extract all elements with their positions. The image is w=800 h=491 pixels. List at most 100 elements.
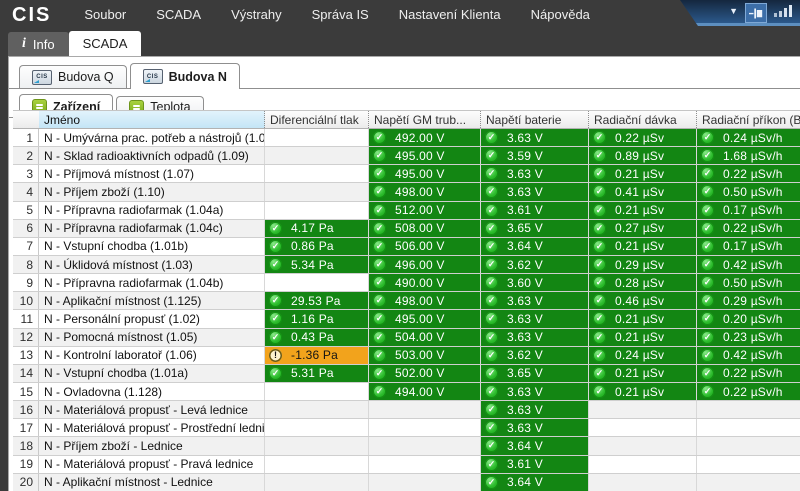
- cell-value: 0.23 µSv/h: [723, 330, 783, 344]
- cell-davka: ✓0.89 µSv: [589, 147, 697, 164]
- table-row[interactable]: 4N - Příjem zboží (1.10)✓498.00 V✓3.63 V…: [13, 183, 800, 201]
- cell-name: N - Sklad radioaktivních odpadů (1.09): [39, 147, 265, 164]
- cell-value: 3.64 V: [507, 239, 543, 253]
- table-row[interactable]: 12N - Pomocná místnost (1.05)✓0.43 Pa✓50…: [13, 329, 800, 347]
- status-chip-ok: ✓3.62 V: [481, 256, 588, 273]
- status-chip-ok: ✓3.63 V: [481, 310, 588, 327]
- header-napeti-gm[interactable]: Napětí GM trub...: [369, 111, 481, 128]
- table-row[interactable]: 18N - Příjem zboží - Lednice✓3.64 V: [13, 437, 800, 455]
- status-chip-ok: ✓0.28 µSv: [589, 274, 696, 291]
- menu-nastaveni-klienta[interactable]: Nastavení Klienta: [384, 0, 516, 30]
- row-number: 12: [13, 329, 39, 346]
- cell-name: N - Přípravna radiofarmak (1.04c): [39, 220, 265, 237]
- header-jmeno[interactable]: Jméno: [39, 111, 265, 128]
- status-chip-ok: ✓0.21 µSv: [589, 383, 696, 400]
- status-chip-ok: ✓3.64 V: [481, 474, 588, 491]
- cell-value: 0.28 µSv: [615, 276, 664, 290]
- cell-tlak: [265, 474, 369, 491]
- cell-bat: ✓3.63 V: [481, 183, 589, 200]
- cell-name: N - Příjem zboží (1.10): [39, 183, 265, 200]
- header-diferencialni-tlak[interactable]: Diferenciální tlak: [265, 111, 369, 128]
- check-icon: ✓: [269, 240, 282, 253]
- status-chip-ok: ✓512.00 V: [369, 202, 480, 219]
- row-number: 15: [13, 383, 39, 400]
- status-chip-ok: ✓3.63 V: [481, 129, 588, 146]
- check-icon: ✓: [485, 458, 498, 471]
- header-napeti-baterie[interactable]: Napětí baterie: [481, 111, 589, 128]
- row-number: 19: [13, 456, 39, 473]
- header-rownum: [13, 111, 39, 128]
- table-row[interactable]: 19N - Materiálová propusť - Pravá lednic…: [13, 456, 800, 474]
- cell-value: 0.50 µSv/h: [723, 185, 783, 199]
- check-icon: ✓: [269, 294, 282, 307]
- cell-gm: [369, 437, 481, 454]
- tab-info-label: Info: [33, 37, 55, 52]
- cell-name: N - Příjmová místnost (1.07): [39, 165, 265, 182]
- table-row[interactable]: 7N - Vstupní chodba (1.01b)✓0.86 Pa✓506.…: [13, 238, 800, 256]
- table-row[interactable]: 3N - Příjmová místnost (1.07)✓495.00 V✓3…: [13, 165, 800, 183]
- menu-napoveda[interactable]: Nápověda: [516, 0, 605, 30]
- cell-bat: ✓3.62 V: [481, 256, 589, 273]
- check-icon: ✓: [485, 204, 498, 217]
- table-row[interactable]: 14N - Vstupní chodba (1.01a)✓5.31 Pa✓502…: [13, 365, 800, 383]
- cell-value: 3.61 V: [507, 457, 543, 471]
- status-chip-ok: ✓0.22 µSv: [589, 129, 696, 146]
- table-row[interactable]: 20N - Aplikační místnost - Lednice✓3.64 …: [13, 474, 800, 491]
- status-chip-ok: ✓0.42 µSv/h: [697, 347, 800, 364]
- cell-value: 3.62 V: [507, 348, 543, 362]
- cell-prikon: [697, 401, 800, 418]
- cell-value: 29.53 Pa: [291, 294, 341, 308]
- status-chip-ok: ✓3.64 V: [481, 238, 588, 255]
- table-row[interactable]: 5N - Přípravna radiofarmak (1.04a)✓512.0…: [13, 202, 800, 220]
- table-row[interactable]: 13N - Kontrolní laboratoř (1.06)!-1.36 P…: [13, 347, 800, 365]
- status-chip-ok: ✓495.00 V: [369, 310, 480, 327]
- menu-vystrahy[interactable]: Výstrahy: [216, 0, 297, 30]
- check-icon: ✓: [701, 312, 714, 325]
- status-chip-ok: ✓0.21 µSv: [589, 238, 696, 255]
- header-radiacni-prikon[interactable]: Radiační příkon (Bu: [697, 111, 800, 128]
- status-chip-ok: ✓4.17 Pa: [265, 220, 368, 237]
- table-row[interactable]: 10N - Aplikační místnost (1.125)✓29.53 P…: [13, 292, 800, 310]
- cell-value: 0.42 µSv/h: [723, 258, 783, 272]
- cell-davka: [589, 437, 697, 454]
- table-row[interactable]: 9N - Přípravna radiofarmak (1.04b)✓490.0…: [13, 274, 800, 292]
- table-row[interactable]: 6N - Přípravna radiofarmak (1.04c)✓4.17 …: [13, 220, 800, 238]
- cell-prikon: ✓0.22 µSv/h: [697, 165, 800, 182]
- status-chip-ok: ✓492.00 V: [369, 129, 480, 146]
- check-icon: ✓: [485, 149, 498, 162]
- status-chip-ok: ✓0.86 Pa: [265, 238, 368, 255]
- tab-info[interactable]: i Info: [8, 32, 69, 56]
- table-row[interactable]: 17N - Materiálová propusť - Prostřední l…: [13, 419, 800, 437]
- check-icon: ✓: [701, 149, 714, 162]
- cell-gm: ✓498.00 V: [369, 292, 481, 309]
- table-row[interactable]: 11N - Personální propusť (1.02)✓1.16 Pa✓…: [13, 310, 800, 328]
- row-number: 6: [13, 220, 39, 237]
- status-chip-ok: ✓5.31 Pa: [265, 365, 368, 382]
- table-row[interactable]: 16N - Materiálová propusť - Levá lednice…: [13, 401, 800, 419]
- cell-davka: ✓0.21 µSv: [589, 365, 697, 382]
- cell-bat: ✓3.63 V: [481, 129, 589, 146]
- chevron-down-icon[interactable]: ▼: [729, 7, 738, 19]
- cell-value: 0.89 µSv: [615, 149, 664, 163]
- tab-budova-q[interactable]: CIS Budova Q: [19, 65, 127, 88]
- check-icon: ✓: [373, 367, 386, 380]
- table-row[interactable]: 8N - Úklidová místnost (1.03)✓5.34 Pa✓49…: [13, 256, 800, 274]
- tab-budova-n[interactable]: CIS Budova N: [130, 63, 240, 89]
- menu-soubor[interactable]: Soubor: [69, 0, 141, 30]
- check-icon: ✓: [593, 331, 606, 344]
- cell-prikon: ✓0.50 µSv/h: [697, 274, 800, 291]
- table-row[interactable]: 2N - Sklad radioaktivních odpadů (1.09)✓…: [13, 147, 800, 165]
- menu-scada[interactable]: SCADA: [141, 0, 216, 30]
- row-number: 4: [13, 183, 39, 200]
- tab-scada[interactable]: SCADA: [69, 31, 142, 56]
- check-icon: ✓: [593, 240, 606, 253]
- table-row[interactable]: 15N - Ovladovna (1.128)✓494.00 V✓3.63 V✓…: [13, 383, 800, 401]
- cell-gm: ✓503.00 V: [369, 347, 481, 364]
- signal-bars-icon[interactable]: [774, 7, 792, 19]
- pin-button[interactable]: [745, 3, 767, 23]
- header-radiacni-davka[interactable]: Radiační dávka: [589, 111, 697, 128]
- menu-sprava-is[interactable]: Správa IS: [297, 0, 384, 30]
- table-row[interactable]: 1N - Umývárna prac. potřeb a nástrojů (1…: [13, 129, 800, 147]
- check-icon: ✓: [701, 331, 714, 344]
- status-chip-ok: ✓3.61 V: [481, 202, 588, 219]
